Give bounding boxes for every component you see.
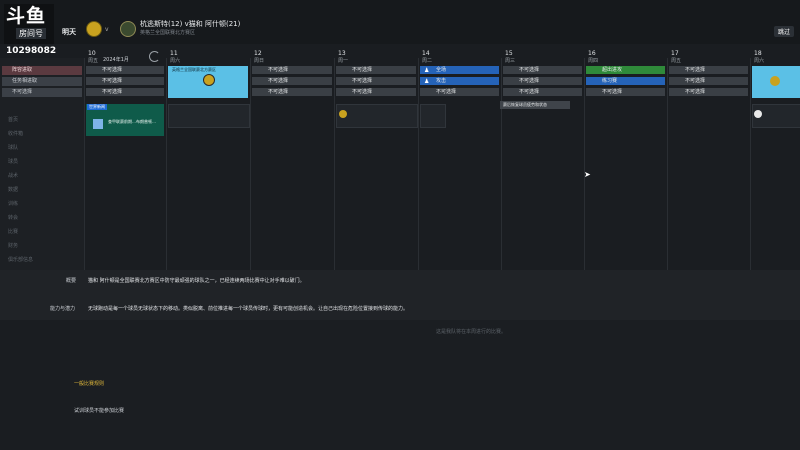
day-name: 周日: [254, 58, 265, 64]
faint-note: 这是我队将在本周进行的比赛。: [436, 329, 507, 335]
club-crest-icon: [770, 76, 780, 86]
away-crest-icon: [120, 21, 136, 37]
news-headline: 查甲联赛前期…布朗普顿…: [108, 119, 156, 124]
sidebar-item-matches[interactable]: 比赛: [8, 228, 18, 235]
logo-sub: 房间号: [16, 28, 46, 39]
sidebar-item-inbox[interactable]: 收件箱: [8, 130, 23, 137]
match-subtitle: 英格兰全国联赛北方赛区: [140, 30, 196, 36]
event-card[interactable]: [336, 104, 418, 128]
schedule-slot[interactable]: 不可选择: [86, 66, 164, 74]
figure-icon: ♟: [424, 78, 430, 85]
day-number: 14: [422, 50, 430, 57]
schedule-slot[interactable]: 不可选择: [503, 66, 582, 74]
home-crest-icon: [86, 21, 102, 37]
room-id: 10298082: [6, 46, 57, 56]
day-column: [667, 58, 668, 270]
tooltip: 赛后恢复球员疲劳和状态: [500, 101, 570, 109]
day-name: 周二: [422, 58, 433, 64]
section-title: 一般比赛规则: [74, 381, 105, 387]
schedule-slot[interactable]: 不可选择: [503, 88, 582, 96]
schedule-slot[interactable]: 不可选择: [252, 66, 332, 74]
overview-text: 猫和 阿什顿是全国联赛北方赛区中防守最顽强的球队之一，已经连续两场比赛中让对手难…: [88, 278, 305, 284]
day-column: [418, 58, 419, 270]
schedule-slot[interactable]: 不可选择: [503, 77, 582, 85]
schedule-slot[interactable]: 不可选择: [252, 88, 332, 96]
news-icon: [93, 119, 103, 129]
schedule-slot[interactable]: 不可选择: [669, 77, 748, 85]
ability-text: 无球跑动是每一个球员无球状态下的移动。类似脱离、前位推进每一个球员传球时，更有可…: [88, 306, 409, 312]
club-crest-icon: [754, 110, 762, 118]
day-name: 周四: [588, 58, 599, 64]
day-number: 12: [254, 50, 262, 57]
lower-panel: [70, 320, 800, 450]
day-column: [250, 58, 251, 270]
day-number: 15: [505, 50, 513, 57]
match-title: 杭逃斯特(12) v猫和 阿什顿(21): [140, 20, 241, 28]
schedule-slot[interactable]: 不可选择: [420, 88, 499, 96]
sidebar-item-squad[interactable]: 球队: [8, 144, 18, 151]
sidebar-item-training[interactable]: 训练: [8, 200, 18, 207]
schedule-slot[interactable]: 不可选择: [86, 88, 164, 96]
tomorrow-label: 明天: [62, 28, 76, 36]
club-crest-icon: [339, 110, 347, 118]
match-card-title: 英格兰全国联赛北方赛区: [172, 67, 216, 72]
sidebar-item-transfer[interactable]: 转会: [8, 214, 18, 221]
day-column: [750, 58, 751, 270]
sidebar-item-task[interactable]: 任务相进取: [2, 77, 82, 86]
schedule-slot[interactable]: 不可选择: [669, 66, 748, 74]
vs-label: v: [105, 26, 109, 33]
day-number: 18: [754, 50, 762, 57]
figure-icon: ♟: [424, 67, 430, 74]
day-number: 10: [88, 50, 96, 57]
rule-line: 试训球员不能参加比赛: [74, 408, 125, 414]
day-number: 17: [671, 50, 679, 57]
day-column: [166, 58, 167, 270]
schedule-slot[interactable]: 不可选择: [669, 88, 748, 96]
day-number: 16: [588, 50, 596, 57]
event-card[interactable]: [168, 104, 250, 128]
training-slot[interactable]: 全场: [420, 66, 499, 74]
schedule-slot[interactable]: 不可选择: [336, 77, 416, 85]
overview-label: 概要: [66, 278, 77, 284]
day-name: 周三: [505, 58, 516, 64]
schedule-slot[interactable]: 不可选择: [86, 77, 164, 85]
schedule-slot[interactable]: 不可选择: [336, 88, 416, 96]
month-label: 2024年1月: [103, 57, 129, 63]
news-tag: 世界新闻: [87, 104, 107, 110]
refresh-icon[interactable]: [149, 51, 160, 62]
sidebar-item-unavailable[interactable]: 不可选择: [2, 88, 82, 97]
club-crest-icon: [203, 74, 215, 86]
schedule-slot[interactable]: 不可选择: [586, 88, 665, 96]
logo-text: 斗鱼: [6, 5, 47, 27]
day-number: 11: [170, 50, 178, 57]
mouse-cursor-icon: ➤: [584, 170, 591, 179]
event-card[interactable]: [420, 104, 446, 128]
training-slot[interactable]: 超出进攻: [586, 66, 665, 74]
sidebar-item-finance[interactable]: 财务: [8, 242, 18, 249]
sidebar-item-players[interactable]: 球员: [8, 158, 18, 165]
day-number: 13: [338, 50, 346, 57]
day-name: 周五: [88, 58, 99, 64]
day-name: 周六: [754, 58, 765, 64]
day-column: [334, 58, 335, 270]
day-name: 周六: [170, 58, 181, 64]
day-name: 周五: [671, 58, 682, 64]
training-slot[interactable]: 攻击: [420, 77, 499, 85]
ability-label: 能力与潜力: [50, 306, 76, 312]
top-bar: [0, 0, 800, 44]
training-slot[interactable]: 练习赛: [586, 77, 665, 85]
sidebar-item-lineup[interactable]: 阵容进取: [2, 66, 82, 75]
day-column: [584, 58, 585, 270]
skip-button[interactable]: 跳过: [774, 26, 795, 37]
day-column: [501, 58, 502, 270]
schedule-slot[interactable]: 不可选择: [252, 77, 332, 85]
sidebar-item-tactics[interactable]: 战术: [8, 172, 18, 179]
schedule-slot[interactable]: 不可选择: [336, 66, 416, 74]
sidebar-item-data[interactable]: 数据: [8, 186, 18, 193]
day-column: [84, 58, 85, 270]
sidebar-item-home[interactable]: 首页: [8, 116, 18, 123]
sidebar-item-club[interactable]: 俱乐部信息: [8, 256, 33, 263]
day-name: 周一: [338, 58, 349, 64]
